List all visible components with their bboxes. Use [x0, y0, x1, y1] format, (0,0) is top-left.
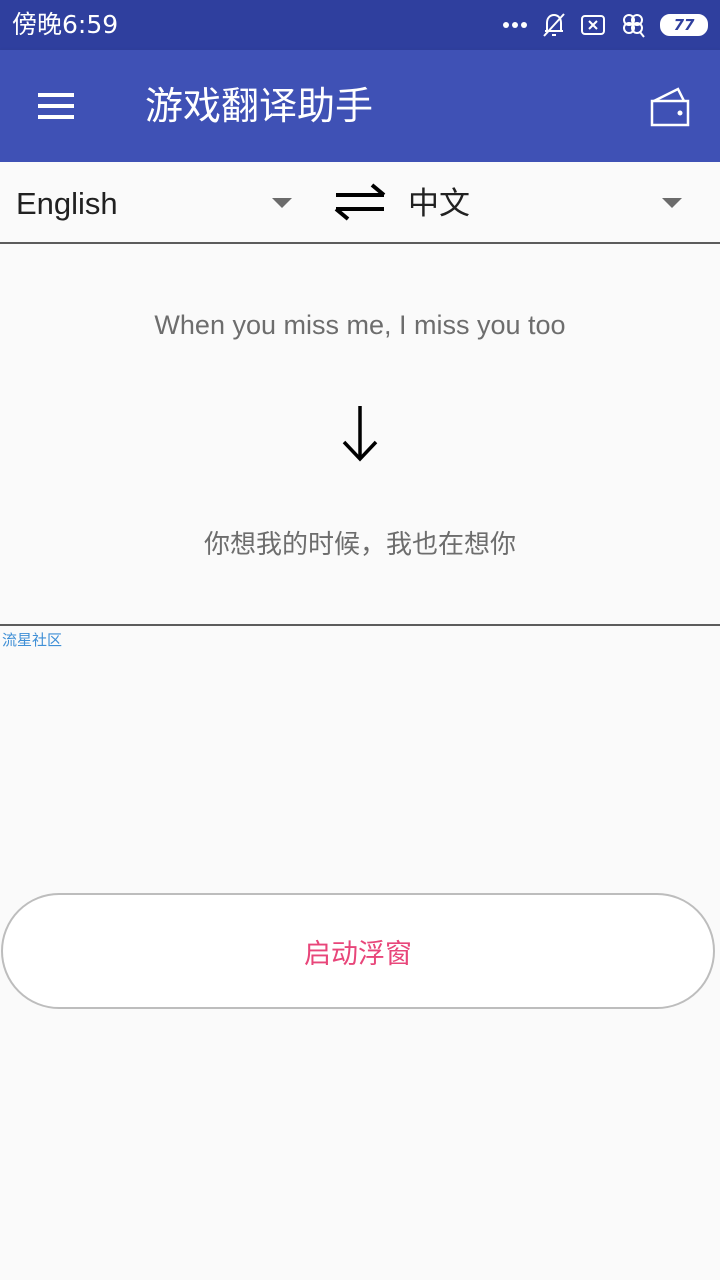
translated-text: 你想我的时候，我也在想你 — [203, 530, 516, 560]
more-dots-icon — [502, 21, 528, 29]
swap-arrows-icon — [334, 183, 386, 221]
source-dropdown-arrow-icon[interactable] — [272, 198, 292, 208]
wallet-icon — [650, 87, 690, 127]
battery-level: 77 — [660, 14, 708, 36]
community-link[interactable]: 流星社区 — [2, 630, 62, 650]
sim-x-icon — [580, 14, 606, 36]
app-bar: 游戏翻译助手 — [0, 50, 720, 162]
target-dropdown-arrow-icon[interactable] — [662, 198, 682, 208]
status-bar: 傍晚6:59 77 — [0, 0, 720, 50]
hamburger-menu-icon — [38, 93, 74, 119]
divider — [0, 624, 720, 626]
start-floating-window-label: 启动浮窗 — [304, 938, 412, 970]
language-selector-row: English 中文 — [0, 162, 720, 244]
status-icons: 77 — [488, 9, 708, 41]
status-time: 傍晚6:59 — [12, 10, 119, 39]
source-language-select[interactable]: English — [16, 184, 118, 224]
battery-icon: 77 — [660, 14, 708, 36]
swap-languages-button[interactable] — [330, 178, 390, 226]
bell-muted-icon — [542, 12, 566, 38]
wallet-button[interactable] — [638, 80, 702, 136]
start-floating-window-button[interactable]: 启动浮窗 — [1, 893, 715, 1009]
source-text: When you miss me, I miss you too — [154, 310, 566, 340]
app-title: 游戏翻译助手 — [145, 84, 374, 128]
clover-icon — [620, 12, 646, 38]
menu-button[interactable] — [22, 78, 90, 134]
target-language-select[interactable]: 中文 — [408, 184, 470, 224]
arrow-down-icon — [342, 406, 378, 462]
